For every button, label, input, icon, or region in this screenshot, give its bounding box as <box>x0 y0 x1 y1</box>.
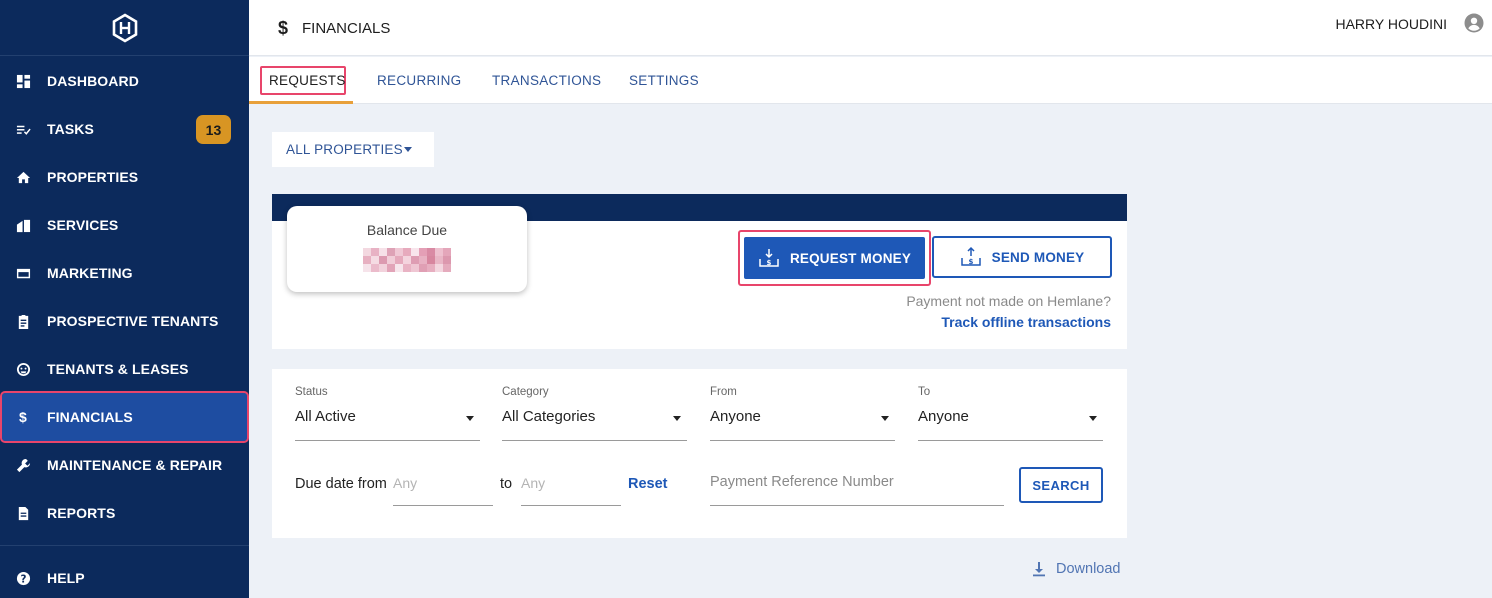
tab-requests[interactable]: REQUESTS <box>269 57 346 104</box>
tasks-icon <box>8 122 38 137</box>
to-value: Anyone <box>918 408 969 425</box>
sidebar-item-label: PROPERTIES <box>47 169 139 185</box>
sidebar-item-label: DASHBOARD <box>47 73 139 89</box>
sidebar-item-financials[interactable]: $ FINANCIALS <box>0 391 249 443</box>
sidebar-item-dashboard[interactable]: DASHBOARD <box>0 57 249 105</box>
request-money-icon: $ <box>759 249 779 267</box>
page-title-text: FINANCIALS <box>302 19 391 37</box>
payment-reference-input[interactable]: Payment Reference Number <box>710 468 1004 506</box>
caret-down-icon <box>466 416 474 421</box>
send-money-icon: $ <box>960 246 981 266</box>
from-value: Anyone <box>710 408 761 425</box>
user-name[interactable]: HARRY HOUDINI <box>1335 0 1447 48</box>
sidebar-item-label: MARKETING <box>47 265 133 281</box>
financials-tabs: REQUESTS RECURRING TRANSACTIONS SETTINGS <box>249 57 1492 104</box>
user-avatar-icon[interactable] <box>1464 13 1484 33</box>
tab-recurring[interactable]: RECURRING <box>377 57 461 104</box>
sidebar-item-maintenance[interactable]: MAINTENANCE & REPAIR <box>0 441 249 489</box>
status-value: All Active <box>295 408 356 425</box>
due-date-from-label: Due date from <box>295 476 387 492</box>
help-icon: ? <box>8 571 38 586</box>
balance-due-label: Balance Due <box>366 222 448 238</box>
sidebar-item-label: TASKS <box>47 121 94 137</box>
request-money-label: REQUEST MONEY <box>789 250 912 266</box>
tenants-icon <box>8 362 38 377</box>
to-select[interactable]: To Anyone <box>918 386 1103 441</box>
caret-down-icon <box>404 147 412 152</box>
balance-due-card: Balance Due <box>287 206 527 292</box>
logo-icon <box>112 12 137 43</box>
services-icon <box>8 218 38 233</box>
category-select[interactable]: Category All Categories <box>502 386 687 441</box>
svg-text:$: $ <box>968 258 973 266</box>
download-link[interactable]: Download <box>1031 561 1121 577</box>
tab-transactions[interactable]: TRANSACTIONS <box>492 57 601 104</box>
search-button[interactable]: SEARCH <box>1019 467 1103 503</box>
sidebar-item-tenants-leases[interactable]: TENANTS & LEASES <box>0 345 249 393</box>
svg-text:?: ? <box>20 573 26 585</box>
sidebar-item-label: HELP <box>47 570 85 586</box>
status-select[interactable]: Status All Active <box>295 386 480 441</box>
due-date-from-input[interactable]: Any <box>393 468 493 506</box>
sidebar-item-reports[interactable]: REPORTS <box>0 489 249 537</box>
document-icon <box>8 506 38 521</box>
dollar-icon: $ <box>19 409 27 425</box>
reset-link[interactable]: Reset <box>628 476 668 492</box>
sidebar-divider <box>0 545 249 546</box>
home-icon <box>8 170 38 185</box>
caret-down-icon <box>1089 416 1097 421</box>
clipboard-icon <box>8 314 38 329</box>
request-money-highlight: $ REQUEST MONEY <box>738 230 931 286</box>
sidebar-item-services[interactable]: SERVICES <box>0 201 249 249</box>
sidebar-item-prospective-tenants[interactable]: PROSPECTIVE TENANTS <box>0 297 249 345</box>
marketing-icon <box>8 266 38 281</box>
sidebar-item-marketing[interactable]: MARKETING <box>0 249 249 297</box>
from-label: From <box>710 386 737 398</box>
sidebar-item-properties[interactable]: PROPERTIES <box>0 153 249 201</box>
category-value: All Categories <box>502 408 596 425</box>
top-header: $ FINANCIALS HARRY HOUDINI <box>249 0 1492 56</box>
track-offline-transactions-link[interactable]: Track offline transactions <box>941 314 1111 330</box>
sidebar-item-label: TENANTS & LEASES <box>47 361 189 377</box>
page-title: $ FINANCIALS <box>278 0 390 56</box>
sidebar-item-label: FINANCIALS <box>47 409 133 425</box>
status-label: Status <box>295 386 328 398</box>
caret-down-icon <box>881 416 889 421</box>
balance-due-amount-redacted <box>363 248 451 272</box>
sidebar-item-label: PROSPECTIVE TENANTS <box>47 313 219 329</box>
due-date-from-placeholder: Any <box>393 475 418 491</box>
sidebar: DASHBOARD TASKS 13 PROPERTIES SERVICES M… <box>0 0 249 598</box>
to-label: To <box>918 386 931 398</box>
sidebar-item-tasks[interactable]: TASKS 13 <box>0 105 249 153</box>
hemlane-logo[interactable] <box>0 0 249 56</box>
tasks-count-badge: 13 <box>196 115 231 144</box>
offline-payment-question: Payment not made on Hemlane? <box>906 293 1111 309</box>
svg-text:$: $ <box>766 259 771 267</box>
caret-down-icon <box>673 416 681 421</box>
due-date-to-input[interactable]: Any <box>521 468 621 506</box>
send-money-label: SEND MONEY <box>991 249 1085 265</box>
property-filter-dropdown[interactable]: ALL PROPERTIES <box>272 132 434 167</box>
sidebar-item-label: SERVICES <box>47 217 119 233</box>
dashboard-icon <box>8 74 38 89</box>
request-money-button[interactable]: $ REQUEST MONEY <box>744 237 925 279</box>
from-select[interactable]: From Anyone <box>710 386 895 441</box>
due-date-to-label: to <box>500 476 513 492</box>
due-date-to-placeholder: Any <box>521 475 546 491</box>
sidebar-item-label: MAINTENANCE & REPAIR <box>47 457 223 473</box>
payment-reference-placeholder: Payment Reference Number <box>710 474 894 490</box>
property-filter-value: ALL PROPERTIES <box>286 142 403 157</box>
download-label: Download <box>1056 561 1121 577</box>
wrench-icon <box>8 458 38 473</box>
sidebar-item-label: REPORTS <box>47 505 116 521</box>
active-tab-indicator <box>249 101 353 104</box>
dollar-icon: $ <box>278 17 289 38</box>
download-icon <box>1033 562 1045 577</box>
tab-settings[interactable]: SETTINGS <box>629 57 699 104</box>
category-label: Category <box>502 386 549 398</box>
send-money-button[interactable]: $ SEND MONEY <box>932 236 1112 278</box>
sidebar-item-help[interactable]: ? HELP <box>0 554 249 598</box>
requests-filter-panel: Status All Active Category All Categorie… <box>272 369 1127 538</box>
